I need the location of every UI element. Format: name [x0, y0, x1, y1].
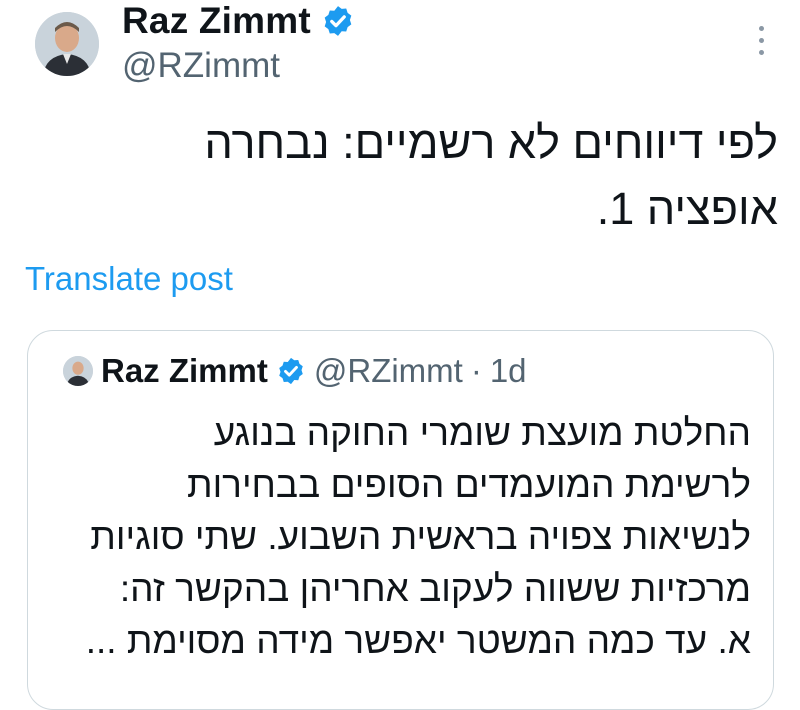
author-name[interactable]: Raz Zimmt [122, 0, 311, 42]
quoted-post-header: Raz Zimmt @RZimmt · 1d [63, 352, 527, 390]
post-text-line: אופציה 1. [596, 183, 778, 234]
author-name-row: Raz Zimmt [122, 0, 355, 42]
quoted-text-line: החלטת מועצת שומרי החוקה בנוגע [213, 412, 751, 453]
quoted-timestamp: 1d [489, 352, 527, 389]
post-text: לפי דיווחים לא רשמיים: נבחרה אופציה 1. [118, 110, 778, 242]
post-text-line: לפי דיווחים לא רשמיים: נבחרה [204, 117, 778, 168]
quoted-avatar [63, 356, 93, 386]
verified-badge-icon [324, 6, 352, 36]
quoted-text-line: לנשיאות צפויה בראשית השבוע. שתי סוגיות [90, 516, 751, 557]
quoted-author-handle: @RZimmt [313, 352, 463, 389]
quoted-author-name: Raz Zimmt [101, 352, 268, 389]
quoted-text-line: מרכזיות ששווה לעקוב אחריהן בהקשר זה: [119, 568, 751, 609]
separator-dot: · [470, 352, 482, 389]
quoted-post[interactable]: Raz Zimmt @RZimmt · 1d החלטת מועצת שומרי… [27, 330, 774, 710]
author-handle[interactable]: @RZimmt [122, 46, 280, 86]
quoted-post-text: החלטת מועצת שומרי החוקה בנוגע לרשימת המו… [51, 407, 751, 667]
verified-badge-icon [279, 357, 303, 385]
more-vertical-icon[interactable] [752, 22, 770, 58]
quoted-text-line: א. עד כמה המשטר יאפשר מידה מסוימת ... [85, 620, 751, 661]
quoted-text-line: לרשימת המועמדים הסופים בבחירות [187, 464, 751, 505]
avatar-image [35, 12, 99, 76]
avatar[interactable] [35, 12, 99, 76]
translate-post-link[interactable]: Translate post [25, 260, 233, 298]
quoted-avatar-image [63, 356, 93, 386]
